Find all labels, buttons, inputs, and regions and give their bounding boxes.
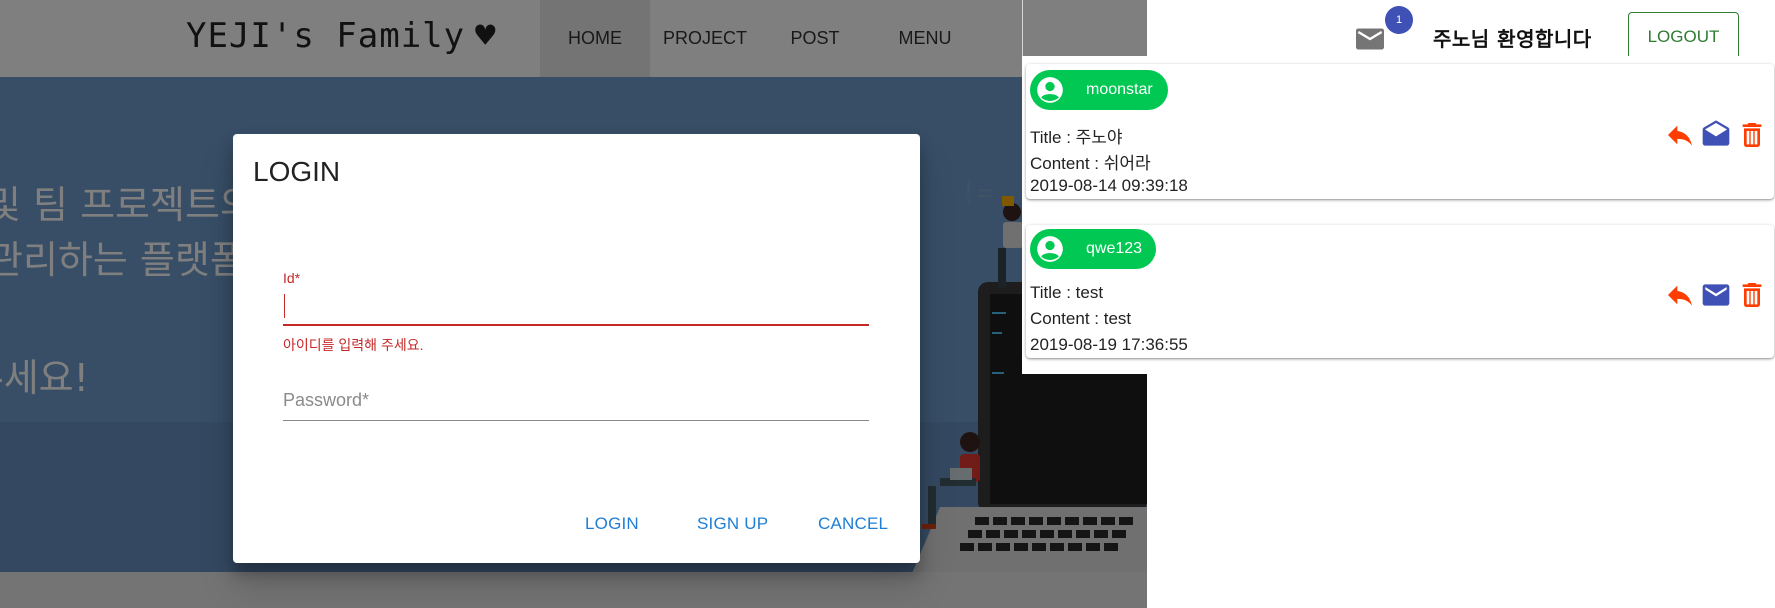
mail-unread-icon[interactable] — [1700, 279, 1732, 311]
title-label: Title : — [1030, 283, 1076, 302]
reply-icon[interactable] — [1664, 119, 1696, 151]
notification-badge: 1 — [1385, 6, 1413, 34]
message-title: Title : test — [1030, 283, 1103, 303]
delete-icon[interactable] — [1736, 279, 1768, 311]
login-button[interactable]: LOGIN — [585, 514, 639, 534]
mail-icon[interactable] — [1356, 27, 1384, 51]
login-dialog: LOGIN Id* 아이디를 입력해 주세요. LOGIN SIGN UP CA… — [233, 134, 920, 563]
id-field-label: Id* — [283, 270, 301, 286]
drafts-icon[interactable] — [1700, 119, 1732, 151]
title-label: Title : — [1030, 128, 1076, 147]
content-value: test — [1103, 309, 1132, 328]
message-card[interactable]: moonstar Title : 주노야 Content : 쉬어라 2019-… — [1026, 64, 1774, 199]
content-label: Content : — [1030, 154, 1104, 173]
id-error-text: 아이디를 입력해 주세요. — [283, 337, 424, 353]
message-content: Content : test — [1030, 309, 1131, 329]
title-value: 주노야 — [1075, 128, 1123, 147]
id-input[interactable] — [283, 290, 869, 326]
sender-chip[interactable]: moonstar — [1030, 70, 1168, 110]
delete-icon[interactable] — [1736, 119, 1768, 151]
reply-icon[interactable] — [1664, 279, 1696, 311]
message-title: Title : 주노야 — [1030, 123, 1123, 148]
cancel-button[interactable]: CANCEL — [818, 514, 888, 534]
logout-button[interactable]: LOGOUT — [1628, 12, 1739, 62]
dialog-title: LOGIN — [253, 156, 341, 187]
sign-up-button[interactable]: SIGN UP — [697, 514, 768, 534]
message-card[interactable]: qwe123 Title : test Content : test 2019-… — [1026, 225, 1774, 358]
sender-name: moonstar — [1086, 81, 1153, 98]
title-value: test — [1075, 283, 1104, 302]
message-date: 2019-08-19 17:36:55 — [1030, 335, 1188, 354]
welcome-text: 주노님 환영합니다 — [1433, 27, 1592, 51]
password-input[interactable] — [283, 381, 869, 421]
sender-name: qwe123 — [1086, 240, 1143, 257]
message-content: Content : 쉬어라 — [1030, 149, 1151, 174]
text-caret — [284, 294, 285, 318]
message-date: 2019-08-14 09:39:18 — [1030, 176, 1188, 195]
sender-chip[interactable]: qwe123 — [1030, 229, 1156, 269]
account-circle-icon — [1037, 236, 1063, 262]
content-label: Content : — [1030, 309, 1104, 328]
content-value: 쉬어라 — [1103, 154, 1151, 173]
account-circle-icon — [1037, 77, 1063, 103]
